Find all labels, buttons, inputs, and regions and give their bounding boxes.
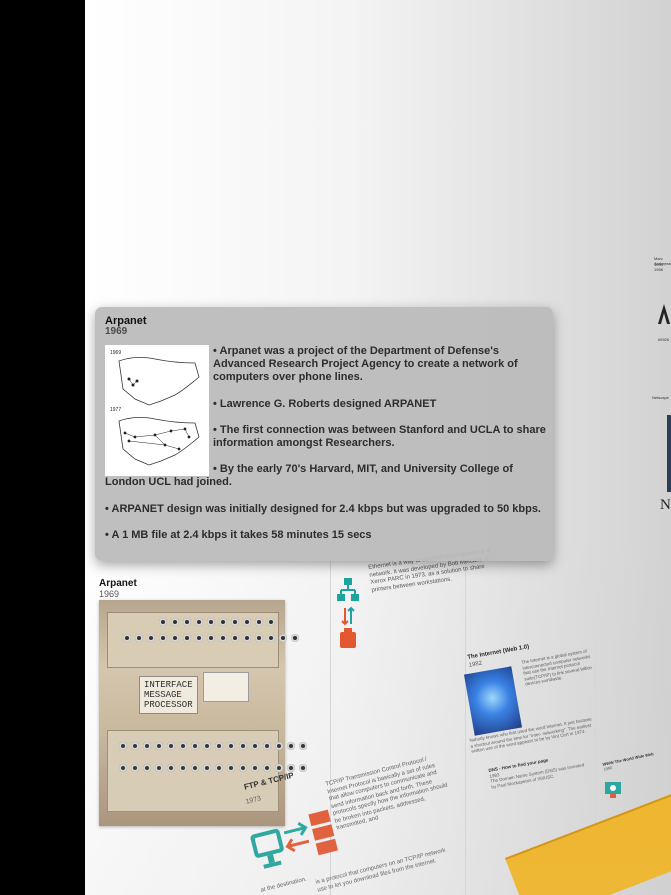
- netscape-image: [667, 415, 671, 492]
- edge-label: 1994 - 1998: [654, 262, 666, 272]
- ethernet-network-icon: [337, 578, 359, 648]
- arpanet-card-year: 1969: [99, 589, 120, 599]
- internet-title: The Internet (Web 1.0): [467, 644, 530, 661]
- internet-year: 1982: [468, 660, 483, 669]
- photo-lights: [119, 742, 307, 750]
- arpanet-card-title: Arpanet: [99, 578, 137, 589]
- netscape-letter-logo: N: [660, 497, 671, 513]
- edge-label: Netscape: [652, 395, 669, 400]
- www-year: 1990: [603, 765, 613, 772]
- popup-year: 1969: [105, 326, 128, 337]
- tcpip-text: TCP/IP Transmission Control Protocol / I…: [325, 756, 449, 832]
- edge-label: #5926: [658, 337, 670, 342]
- map-spacer: [105, 345, 213, 470]
- popup-paragraph: • A 1 MB file at 2.4 kbps it takes 58 mi…: [105, 528, 372, 541]
- timeline-divider: [465, 560, 466, 895]
- popup-description: • Arpanet was a project of the Departmen…: [105, 345, 550, 555]
- imp-nameplate: INTERFACE MESSAGE PROCESSOR: [139, 676, 198, 714]
- popup-paragraph: • ARPANET design was initially designed …: [105, 502, 541, 515]
- imp-machine-photo[interactable]: INTERFACE MESSAGE PROCESSOR: [99, 600, 307, 826]
- timeline-year-bar[interactable]: [505, 771, 671, 895]
- computer-server-icon: [250, 809, 338, 869]
- netscape-logo-icon: [658, 304, 670, 324]
- www-browser-icon: [605, 782, 621, 798]
- photo-lights: [159, 618, 275, 626]
- imp-label-plate: [203, 672, 249, 702]
- dns-block: DNS - How to find your page 1983 The Dom…: [488, 751, 590, 790]
- arpanet-card[interactable]: Arpanet 1969: [99, 578, 289, 599]
- arpanet-detail-popup[interactable]: Arpanet 1969 1969 1977 • Arpanet was a p…: [95, 307, 553, 561]
- photo-lights: [119, 764, 307, 772]
- internet-network-image[interactable]: [463, 666, 523, 736]
- www-block: WWW The World Wide Web 1990: [602, 748, 669, 772]
- photo-lights: [123, 634, 299, 642]
